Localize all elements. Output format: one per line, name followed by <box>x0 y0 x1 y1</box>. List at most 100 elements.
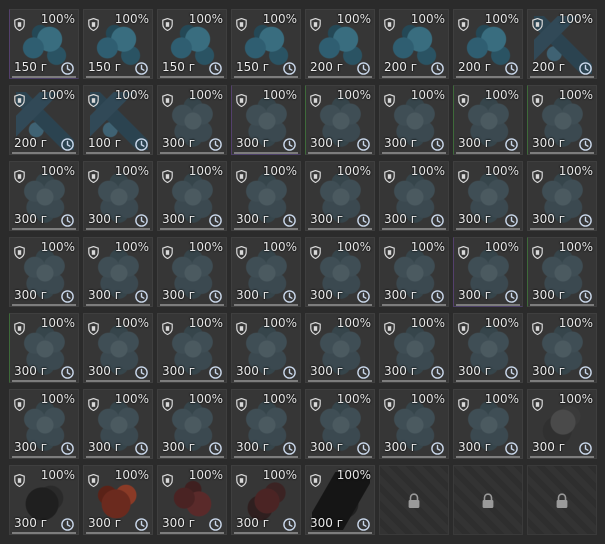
item-condition: 100% <box>114 88 149 102</box>
shield-icon <box>14 244 25 260</box>
inventory-slot[interactable]: 100% 300 г <box>9 465 79 535</box>
inventory-slot[interactable]: 100% 300 г <box>231 237 301 307</box>
inventory-slot[interactable]: 100% 300 г <box>305 313 375 383</box>
inventory-slot[interactable]: 100% 300 г <box>83 465 153 535</box>
inventory-slot[interactable]: 100% 300 г <box>157 313 227 383</box>
shield-icon <box>310 244 321 260</box>
item-weight: 300 г <box>458 364 492 378</box>
item-weight: 300 г <box>14 288 48 302</box>
inventory-slot[interactable]: 100% 300 г <box>305 465 375 535</box>
inventory-slot[interactable]: 100% 200 г <box>379 9 449 79</box>
item-weight: 300 г <box>458 288 492 302</box>
item-weight: 300 г <box>532 212 566 226</box>
clock-icon <box>135 440 148 455</box>
inventory-slot[interactable]: 100% 300 г <box>527 161 597 231</box>
clock-icon <box>135 288 148 303</box>
inventory-slot[interactable]: 100% 150 г <box>9 9 79 79</box>
inventory-slot[interactable]: 100% 300 г <box>527 237 597 307</box>
shield-icon <box>14 396 25 412</box>
lock-icon <box>555 493 569 509</box>
item-weight: 300 г <box>384 212 418 226</box>
inventory-slot[interactable]: 100% 200 г <box>527 9 597 79</box>
inventory-slot[interactable]: 100% 300 г <box>157 465 227 535</box>
inventory-slot[interactable]: 100% 300 г <box>453 161 523 231</box>
item-weight: 300 г <box>384 288 418 302</box>
shield-icon <box>14 16 25 32</box>
locked-slot[interactable] <box>453 465 523 535</box>
item-condition: 100% <box>262 88 297 102</box>
inventory-slot[interactable]: 100% 300 г <box>305 389 375 459</box>
inventory-slot[interactable]: 100% 300 г <box>231 389 301 459</box>
clock-icon <box>357 136 370 151</box>
inventory-slot[interactable]: 100% 300 г <box>157 389 227 459</box>
inventory-slot[interactable]: 100% 300 г <box>453 389 523 459</box>
inventory-slot[interactable]: 100% 300 г <box>453 237 523 307</box>
shield-icon <box>236 396 247 412</box>
inventory-slot[interactable]: 100% 300 г <box>305 237 375 307</box>
inventory-slot[interactable]: 100% 300 г <box>379 313 449 383</box>
clock-icon <box>431 136 444 151</box>
inventory-slot[interactable]: 100% 200 г <box>9 85 79 155</box>
inventory-slot[interactable]: 100% 300 г <box>9 313 79 383</box>
inventory-slot[interactable]: 100% 300 г <box>305 161 375 231</box>
inventory-slot[interactable]: 100% 300 г <box>379 85 449 155</box>
inventory-slot[interactable]: 100% 300 г <box>379 237 449 307</box>
inventory-slot[interactable]: 100% 300 г <box>83 389 153 459</box>
locked-slot[interactable] <box>527 465 597 535</box>
item-weight: 300 г <box>88 516 122 530</box>
inventory-slot[interactable]: 100% 300 г <box>305 85 375 155</box>
inventory-slot[interactable]: 100% 300 г <box>83 161 153 231</box>
inventory-slot[interactable]: 100% 100 г <box>83 85 153 155</box>
clock-icon <box>283 364 296 379</box>
inventory-slot[interactable]: 100% 300 г <box>231 85 301 155</box>
item-condition: 100% <box>114 392 149 406</box>
item-weight: 150 г <box>14 60 48 74</box>
clock-icon <box>505 364 518 379</box>
shield-icon <box>236 168 247 184</box>
item-condition: 100% <box>40 392 75 406</box>
inventory-slot[interactable]: 100% 300 г <box>83 237 153 307</box>
clock-icon <box>135 364 148 379</box>
inventory-slot[interactable]: 100% 300 г <box>9 237 79 307</box>
locked-slot[interactable] <box>379 465 449 535</box>
clock-icon <box>579 440 592 455</box>
item-weight: 300 г <box>88 212 122 226</box>
inventory-slot[interactable]: 100% 300 г <box>527 85 597 155</box>
shield-icon <box>14 92 25 108</box>
inventory-slot[interactable]: 100% 300 г <box>157 237 227 307</box>
inventory-slot[interactable]: 100% 150 г <box>83 9 153 79</box>
item-condition: 100% <box>114 468 149 482</box>
clock-icon <box>61 60 74 75</box>
item-weight: 150 г <box>236 60 270 74</box>
clock-icon <box>505 288 518 303</box>
inventory-slot[interactable]: 100% 200 г <box>453 9 523 79</box>
inventory-slot[interactable]: 100% 300 г <box>9 161 79 231</box>
inventory-slot[interactable]: 100% 300 г <box>527 389 597 459</box>
item-weight: 300 г <box>236 136 270 150</box>
inventory-slot[interactable]: 100% 300 г <box>453 85 523 155</box>
shield-icon <box>384 16 395 32</box>
inventory-slot[interactable]: 100% 300 г <box>83 313 153 383</box>
inventory-slot[interactable]: 100% 300 г <box>231 313 301 383</box>
inventory-slot[interactable]: 100% 300 г <box>453 313 523 383</box>
item-weight: 300 г <box>532 440 566 454</box>
shield-icon <box>458 320 469 336</box>
inventory-slot[interactable]: 100% 300 г <box>379 161 449 231</box>
inventory-slot[interactable]: 100% 300 г <box>231 465 301 535</box>
inventory-slot[interactable]: 100% 300 г <box>157 161 227 231</box>
inventory-slot[interactable]: 100% 200 г <box>305 9 375 79</box>
inventory-slot[interactable]: 100% 300 г <box>231 161 301 231</box>
item-weight: 300 г <box>532 288 566 302</box>
item-condition: 100% <box>484 392 519 406</box>
inventory-slot[interactable]: 100% 300 г <box>157 85 227 155</box>
shield-icon <box>162 472 173 488</box>
inventory-slot[interactable]: 100% 150 г <box>231 9 301 79</box>
inventory-slot[interactable]: 100% 150 г <box>157 9 227 79</box>
item-condition: 100% <box>40 316 75 330</box>
inventory-slot[interactable]: 100% 300 г <box>379 389 449 459</box>
item-condition: 100% <box>336 316 371 330</box>
clock-icon <box>431 440 444 455</box>
shield-icon <box>384 92 395 108</box>
inventory-slot[interactable]: 100% 300 г <box>9 389 79 459</box>
inventory-slot[interactable]: 100% 300 г <box>527 313 597 383</box>
